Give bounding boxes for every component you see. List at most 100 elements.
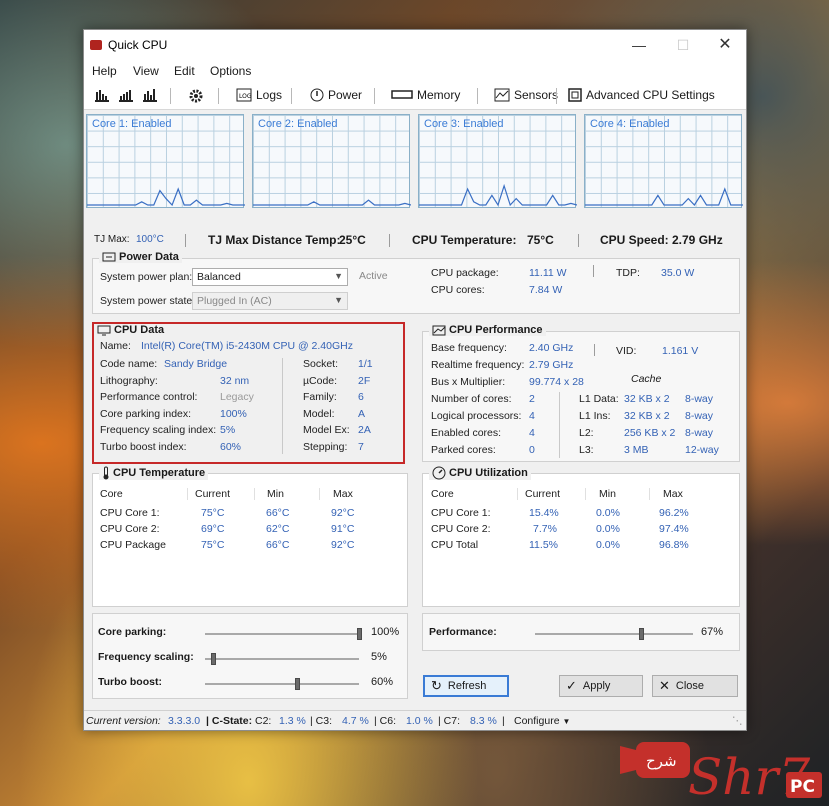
core-4-graph: Core 4: Enabled (584, 114, 743, 208)
c6-label: | C6: (374, 715, 396, 727)
table-cell: 96.8% (659, 539, 689, 551)
menu-edit[interactable]: Edit (174, 64, 195, 78)
power-icon (310, 88, 324, 102)
toolbar-separator (218, 88, 219, 104)
column-header: Max (663, 488, 683, 500)
cache-ways: 12-way (685, 444, 719, 456)
close-label: Close (675, 680, 705, 692)
power-state-label: System power state: (100, 295, 196, 307)
refresh-button[interactable]: ↻ Refresh (423, 675, 509, 697)
turbo-boost-value: 60% (371, 676, 394, 688)
apply-button[interactable]: ✓ Apply (559, 675, 643, 697)
table-cell: 66°C (266, 539, 290, 551)
table-cell: CPU Core 2: (100, 523, 160, 535)
core-4-load-line (585, 187, 743, 206)
table-cell: 0.0% (596, 507, 620, 519)
gear-icon[interactable] (188, 88, 204, 104)
core-load-line (419, 183, 577, 207)
core-load-line (585, 187, 743, 206)
column-header: Min (267, 488, 284, 500)
toolbar-separator (556, 88, 557, 104)
cache-ways: 8-way (685, 427, 714, 439)
frequency-scaling-slider[interactable] (205, 658, 359, 660)
app-chip-icon (90, 40, 102, 50)
core-parking-label: Core parking: (98, 626, 167, 638)
power-plan-status: Active (359, 270, 388, 282)
bar-chart-icon-1[interactable] (94, 88, 110, 102)
power-data-title: Power Data (99, 251, 182, 263)
performance-value: 67% (701, 626, 724, 638)
table-cell: 66°C (266, 507, 290, 519)
status-bar: Current version: 3.3.3.0 | C-State: C2: … (84, 710, 746, 730)
column-header: Core (100, 488, 123, 500)
performance-slider[interactable] (535, 633, 693, 635)
close-window-button[interactable]: ✕ (710, 34, 740, 56)
core-1-load-line (87, 187, 245, 207)
cache-value: 32 KB x 2 (624, 393, 670, 405)
chevron-down-icon: ▼ (562, 717, 571, 726)
power-button[interactable]: Power (310, 88, 362, 102)
cpu-package-label: CPU package: (431, 267, 499, 279)
logs-label: Logs (256, 88, 283, 102)
memory-button[interactable]: Memory (391, 88, 460, 102)
realtime-frequency-label: Realtime frequency: (431, 359, 525, 371)
logs-button[interactable]: LOG Logs (236, 88, 282, 102)
menu-help[interactable]: Help (92, 64, 117, 78)
perf-value: 4 (529, 410, 535, 422)
version-label: Current version: (86, 715, 161, 727)
c6-value: 1.0 % (406, 715, 433, 727)
sliders-group: Core parking: 100% Frequency scaling: 5%… (92, 613, 408, 699)
gauge-icon (432, 466, 446, 480)
turbo-boost-slider-thumb[interactable] (295, 678, 301, 690)
cpu-data-highlight-box (92, 322, 405, 464)
perf-value: 4 (529, 427, 535, 439)
cpu-package-value: 11.11 W (529, 267, 567, 279)
refresh-icon: ↻ (431, 678, 442, 693)
bar-chart-icon-2[interactable] (118, 88, 134, 102)
cpu-performance-group: CPU Performance Base frequency: 2.40 GHz… (422, 324, 740, 462)
turbo-boost-slider[interactable] (205, 683, 359, 685)
performance-slider-thumb[interactable] (638, 628, 644, 640)
column-divider (187, 488, 188, 500)
cpu-speed-label: CPU Speed: (600, 233, 669, 247)
stat-separator (389, 234, 390, 247)
bar-chart-icon-3[interactable] (142, 88, 158, 102)
sensors-button[interactable]: Sensors (494, 88, 558, 102)
c3-value: 4.7 % (342, 715, 369, 727)
maximize-button[interactable]: ☐ (668, 34, 698, 56)
core-load-line (253, 199, 411, 206)
realtime-frequency-value: 2.79 GHz (529, 359, 574, 371)
configure-menu[interactable]: Configure ▼ (514, 715, 570, 727)
core-parking-slider-thumb[interactable] (357, 628, 362, 640)
chevron-down-icon: ▼ (334, 295, 343, 305)
c2-value: 1.3 % (279, 715, 306, 727)
cpu-cores-power-value: 7.84 W (529, 284, 563, 296)
menu-view[interactable]: View (133, 64, 159, 78)
close-button[interactable]: ✕ Close (652, 675, 738, 697)
table-cell: 75°C (201, 539, 225, 551)
table-cell: 15.4% (529, 507, 559, 519)
table-cell: 91°C (331, 523, 355, 535)
status-divider: | (502, 715, 505, 727)
tdp-label: TDP: (616, 267, 640, 279)
frequency-scaling-slider-thumb[interactable] (210, 653, 216, 665)
core-parking-slider[interactable] (205, 633, 359, 635)
menu-options[interactable]: Options (210, 64, 251, 78)
tj-distance-value: 25°C (339, 233, 366, 247)
table-cell: 11.5% (529, 539, 558, 551)
minimize-button[interactable]: — (624, 34, 654, 56)
performance-label: Performance: (429, 626, 497, 638)
menu-bar: Help View Edit Options (84, 60, 746, 82)
refresh-label: Refresh (447, 680, 487, 692)
column-header: Min (599, 488, 616, 500)
divider (593, 265, 594, 277)
advanced-cpu-settings-button[interactable]: Advanced CPU Settings (568, 88, 715, 102)
bus-multiplier-label: Bus x Multiplier: (431, 376, 506, 388)
table-cell: 69°C (201, 523, 225, 535)
power-plan-select[interactable]: Balanced ▼ (192, 268, 348, 286)
resize-grip-icon[interactable]: ⋱ (732, 715, 743, 727)
tdp-value: 35.0 W (661, 267, 695, 279)
cpu-temperature-group: CPU Temperature Core Current Min Max CPU… (92, 466, 408, 607)
cache-ways: 8-way (685, 410, 714, 422)
column-divider (254, 488, 255, 500)
